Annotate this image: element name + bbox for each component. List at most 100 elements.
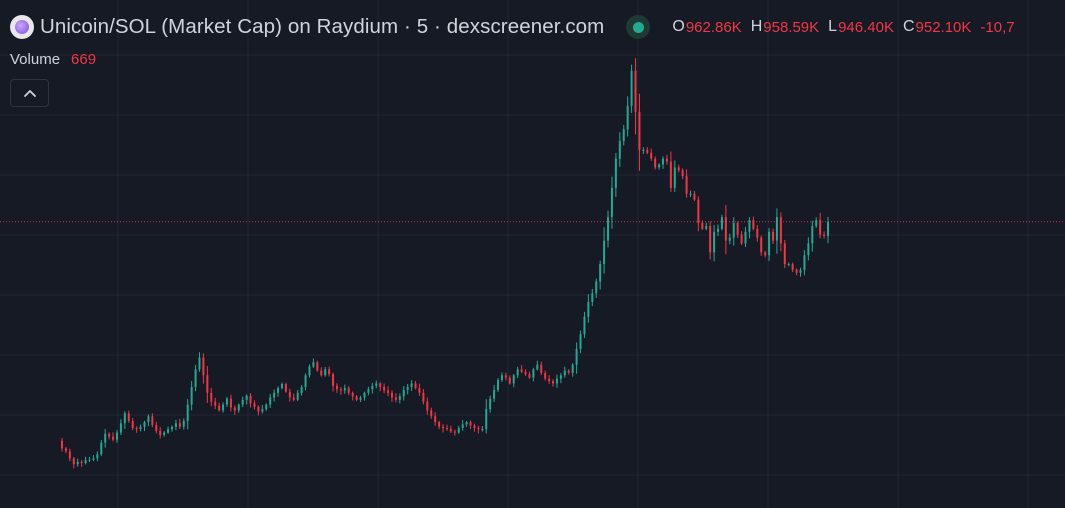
candle (477, 425, 480, 434)
candle-body (775, 217, 778, 241)
candle-body (332, 374, 335, 386)
candle (685, 169, 688, 198)
close-value: 952.10K (915, 18, 972, 36)
candle-body (64, 448, 67, 452)
candle (607, 210, 610, 248)
candle-body (288, 391, 291, 398)
candlestick-chart[interactable] (0, 0, 1065, 508)
candle (218, 402, 221, 412)
candle-body (178, 423, 181, 427)
candle (654, 156, 657, 170)
candle (449, 425, 452, 434)
candle-body (461, 424, 464, 428)
candle-body (296, 392, 299, 400)
candle (438, 420, 441, 430)
candle-body (709, 225, 712, 253)
live-status-icon (626, 15, 651, 39)
candle-body (320, 370, 323, 376)
candle (383, 383, 386, 394)
close-label: C (902, 18, 915, 35)
candle-body (434, 416, 437, 423)
candle (273, 389, 276, 402)
candle-body (249, 395, 252, 404)
candle (799, 267, 802, 277)
candle (375, 380, 378, 389)
candle (269, 393, 272, 409)
candle-body (394, 397, 397, 400)
candle (622, 124, 625, 146)
candle-body (390, 392, 393, 398)
candle-body (61, 440, 63, 449)
candle (669, 151, 672, 193)
candle-body (457, 427, 460, 433)
candle-body (347, 388, 350, 393)
candle-body (583, 316, 586, 335)
candle (328, 366, 331, 377)
candle-body (367, 389, 370, 393)
candle (469, 420, 472, 429)
candle (190, 381, 193, 411)
candle-body (732, 223, 735, 238)
candle-body (335, 385, 338, 390)
candle (359, 395, 362, 402)
candle-body (359, 397, 362, 400)
candle (300, 384, 303, 396)
candle (709, 221, 712, 260)
candle-body (654, 158, 657, 168)
candle-body (599, 264, 602, 282)
candle-body (744, 231, 747, 244)
candle (430, 407, 433, 419)
candle (493, 385, 496, 403)
candle-body (469, 422, 472, 426)
candle-body (112, 436, 115, 440)
candle-body (453, 431, 456, 433)
candle-body (273, 392, 276, 398)
candle (520, 365, 523, 374)
candle-body (351, 392, 354, 397)
candle-body (555, 378, 558, 384)
candle-body (646, 149, 649, 153)
candle (371, 382, 374, 394)
candle (795, 268, 798, 276)
candle-body (135, 427, 138, 430)
candle (339, 387, 342, 395)
candle (646, 147, 649, 155)
candle (222, 402, 225, 413)
candle (410, 380, 413, 391)
candle-body (88, 459, 91, 461)
candle (445, 424, 448, 431)
candle (418, 383, 421, 396)
collapse-legend-button[interactable] (10, 79, 49, 107)
candle-body (402, 389, 405, 397)
candle-body (575, 348, 578, 365)
candle (713, 225, 716, 262)
candle (96, 451, 99, 462)
symbol-title[interactable]: Unicoin/SOL (Market Cap) on Raydium · 5 … (40, 15, 604, 39)
candle-body (229, 398, 232, 408)
candle-body (355, 396, 358, 400)
candle-body (182, 420, 185, 427)
candle-body (339, 389, 342, 391)
candle (88, 456, 91, 463)
candle (779, 212, 782, 252)
candle (284, 382, 287, 393)
candle (367, 386, 370, 396)
volume-label: Volume (10, 51, 61, 68)
candle (245, 394, 248, 405)
candle (591, 288, 594, 307)
candle (288, 388, 291, 402)
candle (803, 250, 806, 276)
chart-area[interactable] (0, 0, 1065, 508)
candle (756, 224, 759, 242)
candle-body (96, 454, 99, 459)
candle-body (261, 409, 264, 412)
candle (575, 342, 578, 374)
candle-body (497, 379, 500, 390)
candle-body (155, 425, 158, 431)
candle-body (614, 158, 617, 188)
candle (387, 386, 390, 397)
high-label: H (750, 18, 763, 35)
candle (642, 147, 645, 154)
candle-body (697, 199, 700, 224)
candle (559, 372, 562, 384)
